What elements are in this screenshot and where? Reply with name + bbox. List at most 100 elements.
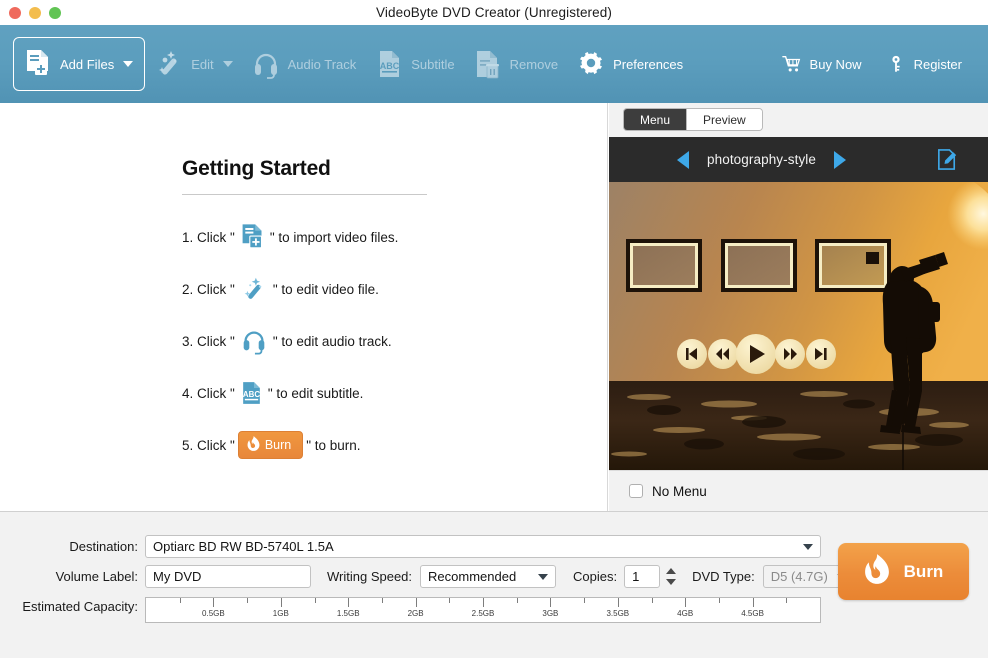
page-title: Getting Started	[182, 157, 331, 180]
add-files-icon	[23, 48, 53, 80]
destination-row: Destination: Optiarc BD RW BD-5740L 1.5A	[0, 535, 821, 558]
writing-speed-value: Recommended	[428, 569, 517, 584]
dvd-type-label: DVD Type:	[692, 569, 755, 584]
capacity-tick-label: 1.5GB	[336, 609, 360, 618]
photographer-sunset-illustration	[609, 182, 988, 470]
capacity-tick-minor	[449, 598, 451, 603]
flame-icon	[864, 554, 890, 589]
dvd-type-value: D5 (4.7G)	[770, 569, 828, 584]
arrow-left-icon[interactable]	[677, 150, 689, 169]
tab-menu[interactable]: Menu	[624, 109, 688, 130]
no-menu-checkbox[interactable]	[629, 484, 643, 498]
add-files-button[interactable]: Add Files	[13, 37, 146, 91]
volume-label-value: My DVD	[153, 569, 202, 584]
edit-pencil-icon[interactable]	[935, 147, 960, 177]
capacity-tick-label: 1GB	[272, 609, 289, 618]
no-menu-label: No Menu	[652, 483, 707, 499]
audio-track-label: Audio Track	[287, 56, 357, 72]
edit-label: Edit	[191, 56, 214, 72]
abc-document-icon: ABC	[374, 48, 404, 80]
copies-input[interactable]: 1	[624, 565, 661, 588]
capacity-tick	[415, 598, 417, 607]
subtitle-button[interactable]: ABC Subtitle	[365, 38, 463, 90]
remove-document-icon	[473, 48, 503, 80]
capacity-tick	[685, 598, 687, 607]
edit-button[interactable]: Edit	[145, 38, 241, 90]
buy-now-label: Buy Now	[809, 56, 862, 72]
audio-track-button[interactable]: Audio Track	[242, 38, 366, 90]
capacity-tick-label: 2.5GB	[471, 609, 495, 618]
volume-row: Volume Label: My DVD Writing Speed: Reco…	[0, 565, 855, 588]
destination-select[interactable]: Optiarc BD RW BD-5740L 1.5A	[145, 535, 821, 558]
getting-started-panel: Getting Started 1. Click " " to import v…	[0, 103, 608, 511]
remove-label: Remove	[509, 56, 559, 72]
app-window: VideoByte DVD Creator (Unregistered) Add…	[0, 0, 988, 658]
close-button[interactable]	[9, 7, 21, 19]
capacity-tick-minor	[381, 598, 383, 603]
register-label: Register	[913, 56, 962, 72]
title-divider	[182, 194, 427, 195]
buy-now-button[interactable]: Buy Now	[770, 38, 874, 90]
menu-preview-image[interactable]	[609, 182, 988, 470]
remove-button[interactable]: Remove	[464, 38, 567, 90]
add-files-icon	[239, 222, 266, 252]
burn-button-label: Burn	[903, 561, 944, 581]
minimize-button[interactable]	[29, 7, 41, 19]
step-prefix: 1. Click "	[182, 229, 235, 245]
capacity-tick	[550, 598, 552, 607]
menu-template-bar: photography-style	[609, 137, 988, 182]
step-item: 5. Click " Burn " to burn.	[182, 426, 482, 464]
step-item: 2. Click " " to edit video file.	[182, 270, 482, 308]
main-toolbar: Add Files Edit Audio Track ABC Subtitle …	[0, 25, 988, 103]
capacity-tick-label: 3.5GB	[606, 609, 630, 618]
capacity-tick-minor	[516, 598, 518, 603]
chevron-down-icon	[803, 543, 813, 550]
register-button[interactable]: Register	[874, 38, 974, 90]
menu-template-name: photography-style	[707, 152, 817, 167]
writing-speed-select[interactable]: Recommended	[420, 565, 557, 588]
destination-label: Destination:	[69, 539, 138, 554]
toolbar-right-group: Buy Now Register	[770, 38, 974, 90]
magic-wand-icon	[154, 48, 184, 80]
step-item: 4. Click " ABC " to edit subtitle.	[182, 374, 482, 412]
capacity-tick	[348, 598, 350, 607]
step-prefix: 4. Click "	[182, 385, 235, 401]
capacity-tick	[483, 598, 484, 607]
step-prefix: 3. Click "	[182, 333, 235, 349]
headphones-icon	[251, 48, 281, 80]
panel-tabs: Menu Preview	[623, 108, 763, 131]
capacity-tick-label: 3GB	[542, 609, 559, 618]
burn-button[interactable]: Burn	[838, 543, 969, 600]
getting-started-content: Getting Started 1. Click " " to import v…	[182, 157, 482, 478]
preferences-button[interactable]: Preferences	[567, 38, 692, 90]
step-suffix: " to burn.	[306, 437, 361, 453]
capacity-gauge: 0.5GB 1GB 1.5GB 2GB 2.5GB 3GB 3.5GB 4GB 4.5GB	[145, 597, 821, 623]
capacity-tick-minor	[584, 598, 586, 603]
stepper-down-icon[interactable]	[665, 579, 676, 586]
burn-chip: Burn	[237, 431, 304, 459]
stepper-up-icon[interactable]	[665, 567, 676, 574]
writing-speed-label: Writing Speed:	[327, 569, 413, 584]
chevron-down-icon	[538, 573, 549, 580]
volume-label-input[interactable]: My DVD	[145, 565, 311, 588]
arrow-right-icon[interactable]	[834, 150, 847, 169]
maximize-button[interactable]	[49, 7, 61, 19]
copies-stepper[interactable]	[663, 565, 678, 588]
step-suffix: " to edit audio track.	[272, 333, 392, 349]
magic-wand-icon	[239, 274, 269, 304]
estimated-capacity-label: Estimated Capacity:	[22, 599, 138, 614]
cart-icon	[781, 53, 802, 75]
chevron-down-icon[interactable]	[123, 61, 134, 67]
capacity-tick	[820, 598, 821, 607]
headphones-icon	[239, 326, 269, 356]
capacity-tick-minor	[718, 598, 720, 603]
chevron-down-icon[interactable]	[222, 61, 233, 67]
tab-preview[interactable]: Preview	[687, 109, 762, 130]
step-item: 3. Click " " to edit audio track.	[182, 322, 482, 360]
subtitle-label: Subtitle	[411, 56, 455, 72]
copies-value: 1	[632, 569, 640, 584]
flame-icon	[247, 436, 260, 454]
menu-preview-panel: Menu Preview photography-style No Menu	[609, 103, 988, 511]
capacity-tick-minor	[314, 598, 316, 603]
step-prefix: 2. Click "	[182, 281, 235, 297]
